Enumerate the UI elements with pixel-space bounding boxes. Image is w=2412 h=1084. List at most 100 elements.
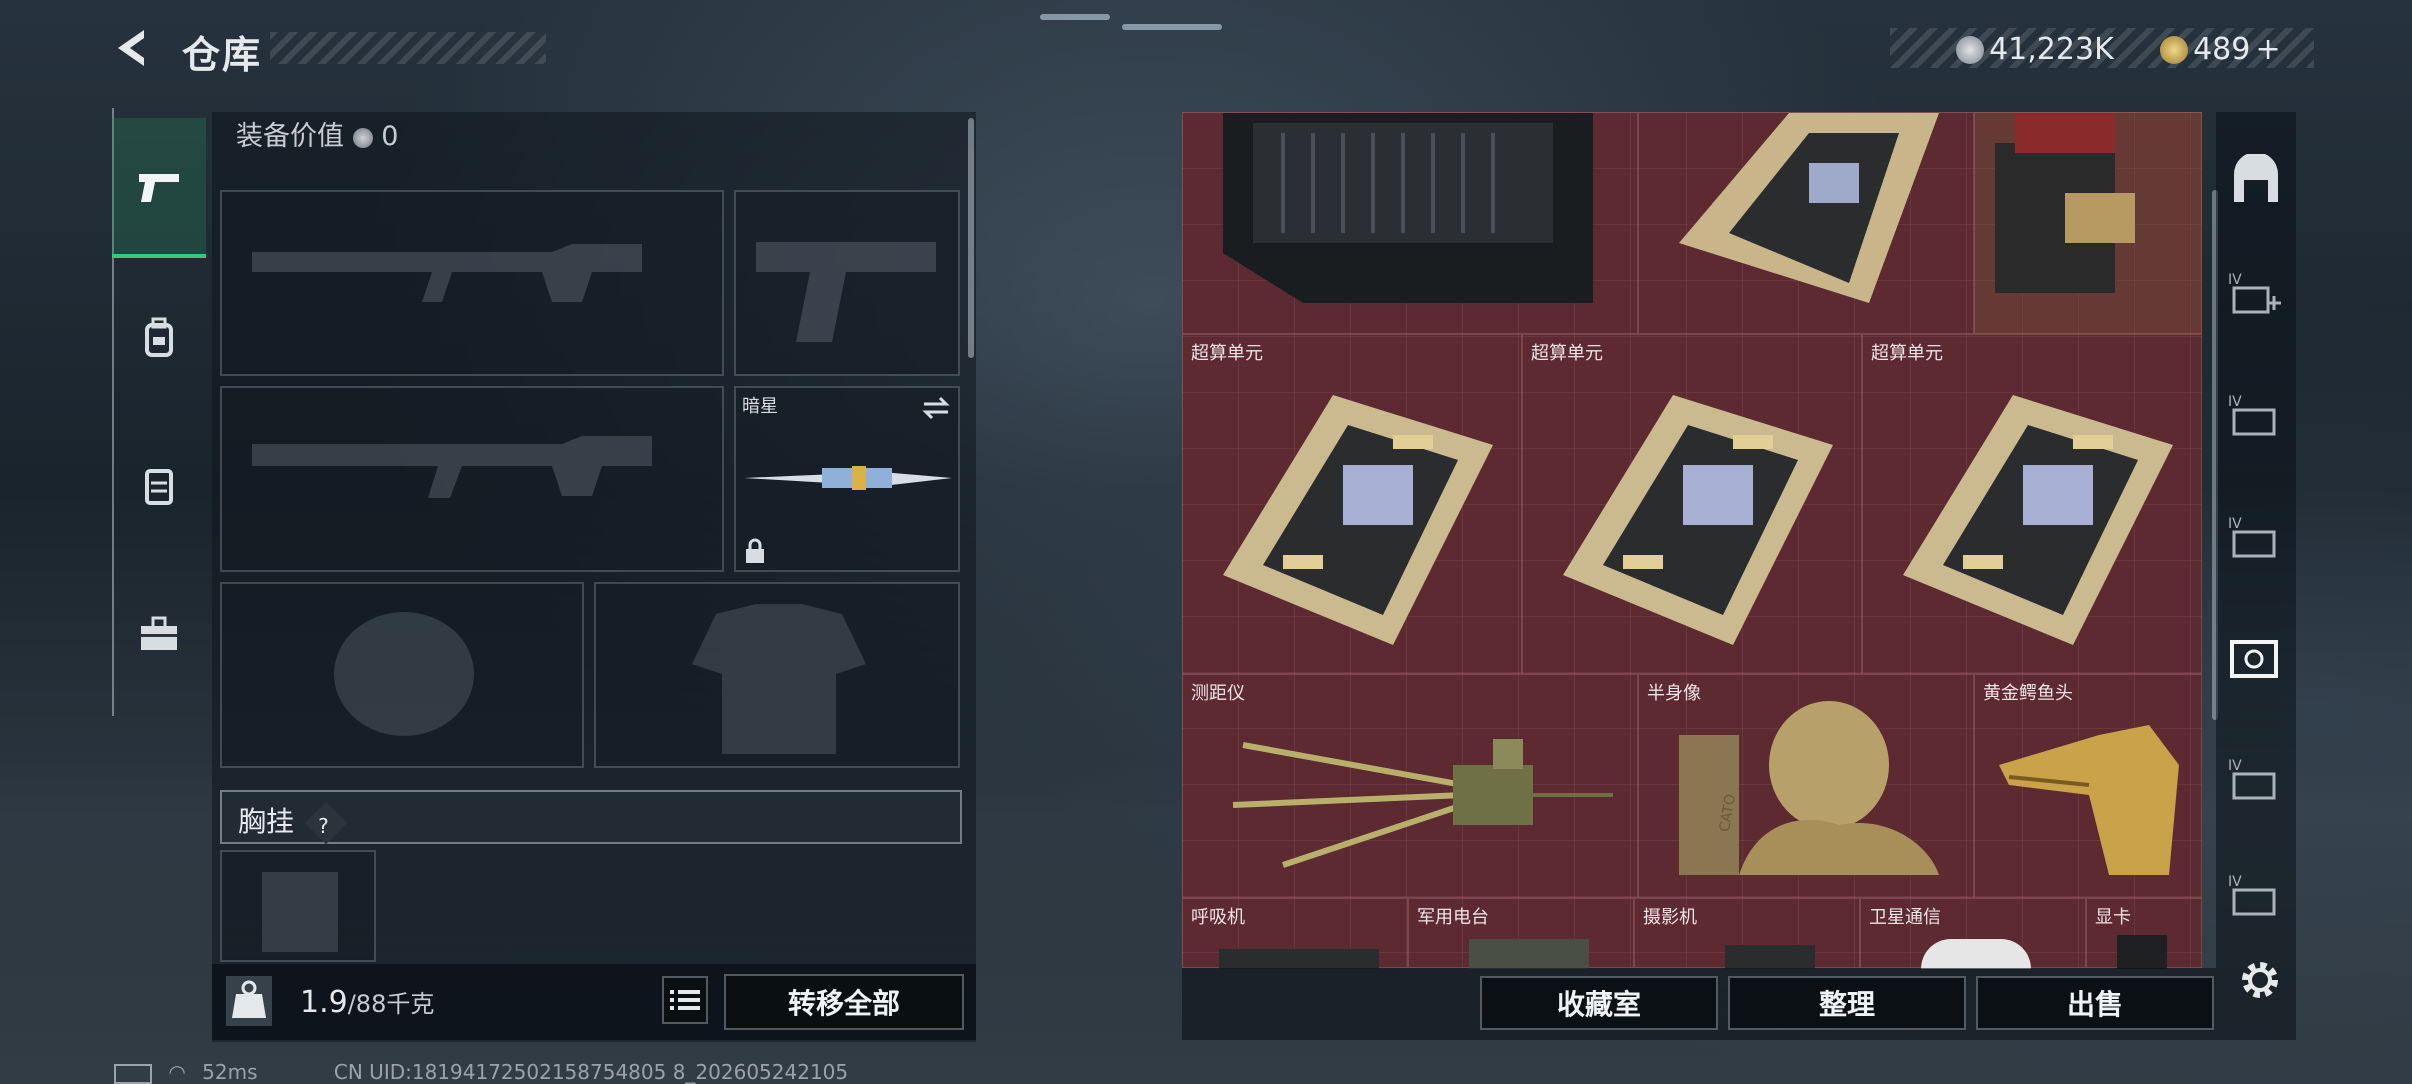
- item-label: 超算单元: [1191, 343, 1263, 364]
- equipment-value-label: 装备价值: [236, 121, 344, 152]
- weight-current: 1.9: [300, 985, 348, 1020]
- storage-add-icon: IV: [2228, 272, 2281, 314]
- radio-icon: [1469, 939, 1589, 969]
- helmet-silhouette-icon: [334, 612, 474, 736]
- status-bar: ◠ 52ms CN UID:18194172502158754805 8_202…: [114, 1060, 848, 1084]
- currency-bar: 41,223K 489 +: [1890, 28, 2314, 68]
- storage-item-compute-1[interactable]: 超算单元: [1182, 334, 1522, 674]
- pistol-silhouette-icon: [756, 242, 936, 342]
- rail-storage-6[interactable]: IV: [2224, 864, 2288, 928]
- rail-storage-3[interactable]: IV: [2224, 506, 2288, 570]
- page-title: 仓库: [182, 33, 263, 77]
- rail-storage-2[interactable]: IV: [2224, 384, 2288, 448]
- gold-crocodile-head-icon: [1999, 725, 2179, 875]
- silver-coin-icon: [352, 127, 373, 148]
- item-label: 黄金鳄鱼头: [1983, 683, 2073, 704]
- silver-coin-icon: [1956, 35, 1984, 64]
- pistol-slot[interactable]: [734, 190, 960, 376]
- lock-icon: [746, 538, 764, 563]
- storage-box-icon: IV: [2228, 758, 2276, 800]
- svg-text:IV: IV: [2228, 394, 2242, 410]
- storage-item-compute-3[interactable]: 超算单元: [1862, 334, 2202, 674]
- weight-readout: 1.9/88千克: [300, 984, 434, 1020]
- secondary-weapon-slot[interactable]: [220, 386, 724, 572]
- svg-text:IV: IV: [2228, 758, 2242, 774]
- title-decoration: [270, 32, 546, 64]
- back-button[interactable]: [110, 24, 158, 72]
- battery-icon: [114, 1063, 152, 1084]
- storage-item-server[interactable]: [1182, 112, 1638, 334]
- collection-room-button[interactable]: 收藏室: [1480, 976, 1718, 1030]
- compute-unit-icon: [1679, 113, 1939, 303]
- help-icon[interactable]: ?: [304, 801, 348, 845]
- tab-weapons[interactable]: [112, 118, 206, 258]
- add-gold-button[interactable]: +: [2255, 32, 2280, 67]
- storage-item-radio[interactable]: 军用电台: [1408, 898, 1634, 969]
- svg-text:IV: IV: [2228, 516, 2242, 532]
- storage-box-icon: IV: [2228, 394, 2276, 436]
- storage-item-rangefinder[interactable]: 测距仪: [1182, 674, 1638, 898]
- chest-rig-slot[interactable]: [220, 850, 376, 962]
- svg-text:IV: IV: [2228, 272, 2242, 288]
- ceiling-light: [1040, 14, 1110, 20]
- item-label: 超算单元: [1531, 343, 1603, 364]
- user-id: CN UID:18194172502158754805 8_2026052421…: [333, 1060, 849, 1084]
- equipment-bundle-icon: [1995, 113, 2135, 293]
- storage-item-camera[interactable]: 摄影机: [1634, 898, 1860, 969]
- storage-item-gold-croc[interactable]: 黄金鳄鱼头: [1974, 674, 2202, 898]
- storage-item-gear[interactable]: [1974, 112, 2202, 334]
- helmet-slot[interactable]: [220, 582, 584, 768]
- chest-rig-silhouette-icon: [262, 872, 338, 952]
- rail-add-storage[interactable]: IV: [2224, 262, 2288, 326]
- armor-slot[interactable]: [594, 582, 960, 768]
- rail-storage-active[interactable]: [2224, 626, 2288, 690]
- backpack-icon: [145, 317, 173, 357]
- list-view-button[interactable]: [662, 976, 708, 1024]
- storage-item-gpu[interactable]: 显卡: [2086, 898, 2202, 969]
- melee-slot[interactable]: 暗星: [734, 386, 960, 572]
- armor-icon: [145, 469, 173, 505]
- item-label: 卫星通信: [1869, 907, 1941, 928]
- item-label: 军用电台: [1417, 907, 1489, 928]
- compute-unit-icon: [1903, 395, 2173, 645]
- swap-icon[interactable]: [920, 394, 952, 422]
- storage-item-breather[interactable]: 呼吸机: [1182, 898, 1408, 969]
- help-symbol: ?: [317, 813, 329, 838]
- storage-item-compute-top[interactable]: [1638, 112, 1974, 334]
- settings-button[interactable]: [2236, 956, 2284, 1004]
- item-label: 超算单元: [1871, 343, 1943, 364]
- storage-item-bust[interactable]: 半身像 CATO: [1638, 674, 1974, 898]
- vest-silhouette-icon: [692, 604, 866, 754]
- item-label: 显卡: [2095, 907, 2131, 928]
- rail-all-storage[interactable]: [2224, 148, 2288, 212]
- storage-box-icon: IV: [2228, 516, 2276, 558]
- transfer-all-button[interactable]: 转移全部: [724, 974, 964, 1030]
- tab-backpack[interactable]: [112, 268, 206, 408]
- equipment-scrollbar[interactable]: [968, 118, 974, 358]
- compute-unit-icon: [1223, 395, 1493, 645]
- rail-storage-5[interactable]: IV: [2224, 748, 2288, 812]
- toolbox-icon: [141, 616, 177, 650]
- server-rack-icon: [1223, 113, 1593, 303]
- sell-button[interactable]: 出售: [1976, 976, 2214, 1030]
- weight-max: /88千克: [347, 990, 435, 1018]
- storage-box-active-icon: [2230, 640, 2278, 678]
- weight-icon-box: [226, 976, 272, 1026]
- storage-box-icon: IV: [2228, 874, 2276, 916]
- sort-button[interactable]: 整理: [1728, 976, 1966, 1030]
- tab-armor[interactable]: [112, 416, 206, 556]
- primary-weapon-slot[interactable]: [220, 190, 724, 376]
- item-label: 呼吸机: [1191, 907, 1245, 928]
- storage-item-compute-2[interactable]: 超算单元: [1522, 334, 1862, 674]
- chest-rig-title: 胸挂: [238, 805, 295, 838]
- svg-text:IV: IV: [2228, 874, 2242, 890]
- tab-tools[interactable]: [112, 564, 206, 704]
- storage-item-satcom[interactable]: 卫星通信: [1860, 898, 2086, 969]
- weight-icon: [232, 980, 266, 1018]
- pistol-icon: [139, 174, 179, 202]
- rifle-silhouette-icon: [252, 436, 652, 498]
- breather-icon: [1219, 949, 1379, 969]
- camera-icon: [1725, 945, 1815, 969]
- ping: 52ms: [202, 1060, 258, 1084]
- compute-unit-icon: [1563, 395, 1833, 645]
